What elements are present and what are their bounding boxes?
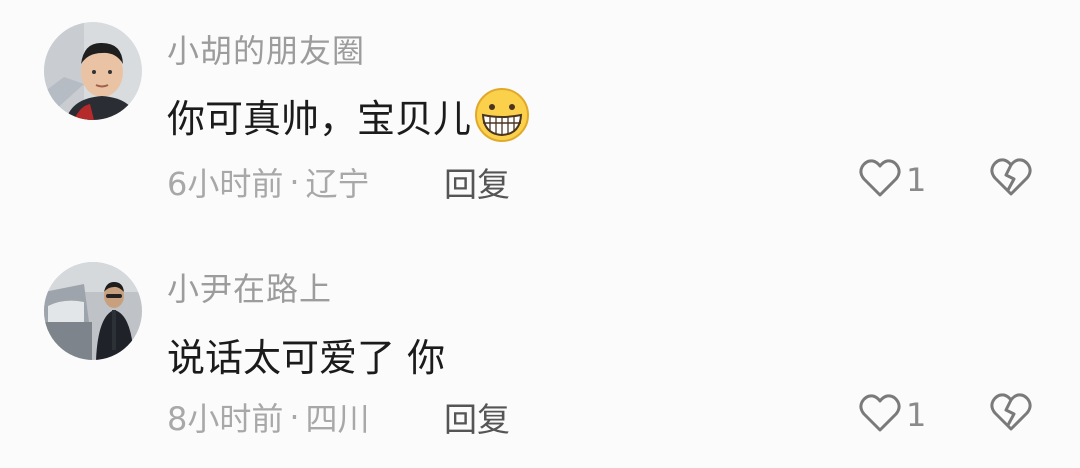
heart-outline-icon (858, 157, 902, 203)
comment-item: 小尹在路上 说话太可爱了 你 8小时前 · 四川 回复 1 (0, 238, 1080, 468)
username[interactable]: 小尹在路上 (167, 264, 332, 310)
comment-meta: 6小时前 · 辽宁 (167, 159, 370, 205)
reply-button[interactable]: 回复 (444, 393, 510, 441)
heart-outline-icon (858, 392, 902, 438)
comment-location: 辽宁 (305, 165, 370, 203)
like-count: 1 (906, 396, 927, 434)
like-button[interactable]: 1 (858, 157, 926, 203)
comment-time: 8小时前 (167, 400, 284, 438)
reply-button[interactable]: 回复 (444, 158, 510, 206)
dislike-button[interactable] (989, 391, 1033, 437)
grinning-face-emoji (473, 86, 531, 144)
comment-item: 小胡的朋友圈 你可真帅，宝贝儿 6小时前 · 辽宁 回复 1 (0, 0, 1080, 230)
avatar[interactable] (44, 262, 142, 360)
dislike-button[interactable] (989, 156, 1033, 202)
meta-separator: · (289, 398, 300, 436)
meta-separator: · (289, 163, 300, 201)
avatar[interactable] (44, 22, 142, 120)
comment-location: 四川 (305, 400, 370, 438)
comment-text: 你可真帅，宝贝儿 (167, 86, 531, 144)
broken-heart-icon (989, 393, 1033, 437)
comment-text-body: 你可真帅，宝贝儿 (167, 96, 472, 141)
like-button[interactable]: 1 (858, 392, 926, 438)
comment-text: 说话太可爱了 你 (167, 327, 445, 382)
username[interactable]: 小胡的朋友圈 (167, 26, 365, 72)
broken-heart-icon (989, 158, 1033, 202)
comment-text-body: 说话太可爱了 你 (167, 336, 446, 380)
comment-meta: 8小时前 · 四川 (167, 394, 370, 440)
comment-time: 6小时前 (167, 165, 284, 203)
like-count: 1 (906, 161, 927, 199)
